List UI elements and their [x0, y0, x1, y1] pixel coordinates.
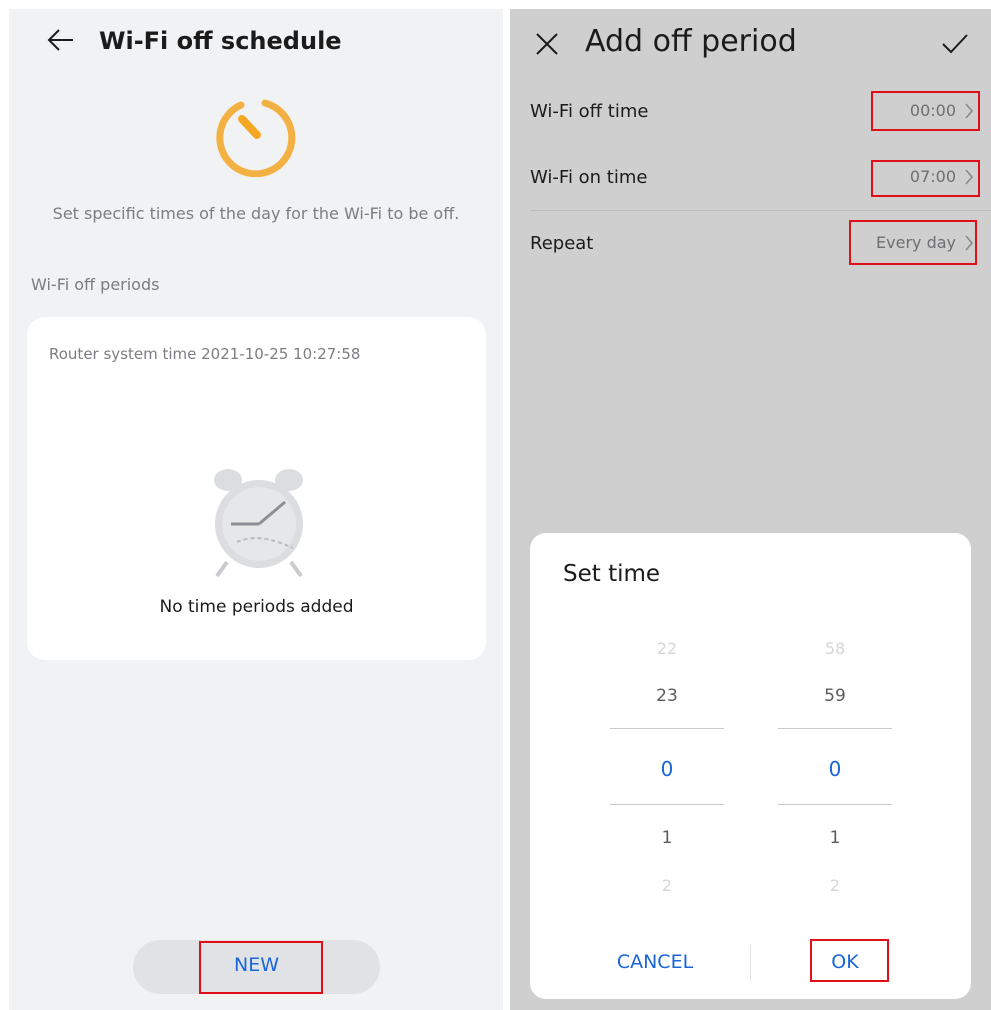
hour-option[interactable]: 22 [610, 639, 724, 658]
hour-picker[interactable]: 22 23 0 1 2 [610, 633, 724, 903]
dialog-button-divider [750, 945, 751, 981]
dialog-title: Set time [563, 561, 661, 587]
on-time-highlight [871, 160, 980, 197]
back-arrow-icon[interactable] [45, 25, 77, 55]
picker-divider [778, 728, 892, 729]
page-title: Wi-Fi off schedule [99, 27, 342, 55]
minute-option[interactable]: 1 [778, 828, 892, 848]
minute-option[interactable]: 59 [778, 686, 892, 706]
off-time-highlight [871, 91, 980, 131]
hour-option[interactable]: 1 [610, 828, 724, 848]
repeat-highlight [849, 220, 977, 265]
hour-option[interactable]: 2 [610, 876, 724, 895]
schedule-description: Set specific times of the day for the Wi… [52, 204, 460, 223]
alarm-clock-icon [207, 462, 311, 580]
hour-option[interactable]: 23 [610, 686, 724, 706]
close-icon[interactable] [534, 31, 560, 57]
off-periods-label: Wi-Fi off periods [31, 275, 160, 294]
picker-divider [610, 804, 724, 805]
wifi-off-schedule-screen: Wi-Fi off schedule Set specific times of… [9, 9, 503, 1010]
ok-button-highlight [810, 939, 889, 982]
empty-state-text: No time periods added [159, 597, 354, 617]
minute-picker[interactable]: 58 59 0 1 2 [778, 633, 892, 903]
picker-divider [778, 804, 892, 805]
wifi-off-time-label: Wi-Fi off time [530, 101, 649, 122]
wifi-on-time-label: Wi-Fi on time [530, 167, 648, 188]
cancel-button[interactable]: CANCEL [590, 951, 720, 973]
minute-option[interactable]: 58 [778, 639, 892, 658]
row-divider [530, 210, 991, 211]
hour-selected[interactable]: 0 [610, 757, 724, 781]
new-button-highlight [199, 941, 323, 994]
router-system-time: Router system time 2021-10-25 10:27:58 [49, 345, 361, 363]
picker-divider [610, 728, 724, 729]
minute-option[interactable]: 2 [778, 876, 892, 895]
off-periods-card: Router system time 2021-10-25 10:27:58 N… [27, 317, 486, 660]
set-time-dialog: Set time 22 23 0 1 2 58 59 0 1 2 CANCEL … [530, 533, 971, 999]
timer-icon [215, 95, 299, 178]
page-title: Add off period [585, 24, 797, 59]
repeat-label: Repeat [530, 233, 594, 254]
check-icon[interactable] [940, 31, 970, 57]
minute-selected[interactable]: 0 [778, 757, 892, 781]
